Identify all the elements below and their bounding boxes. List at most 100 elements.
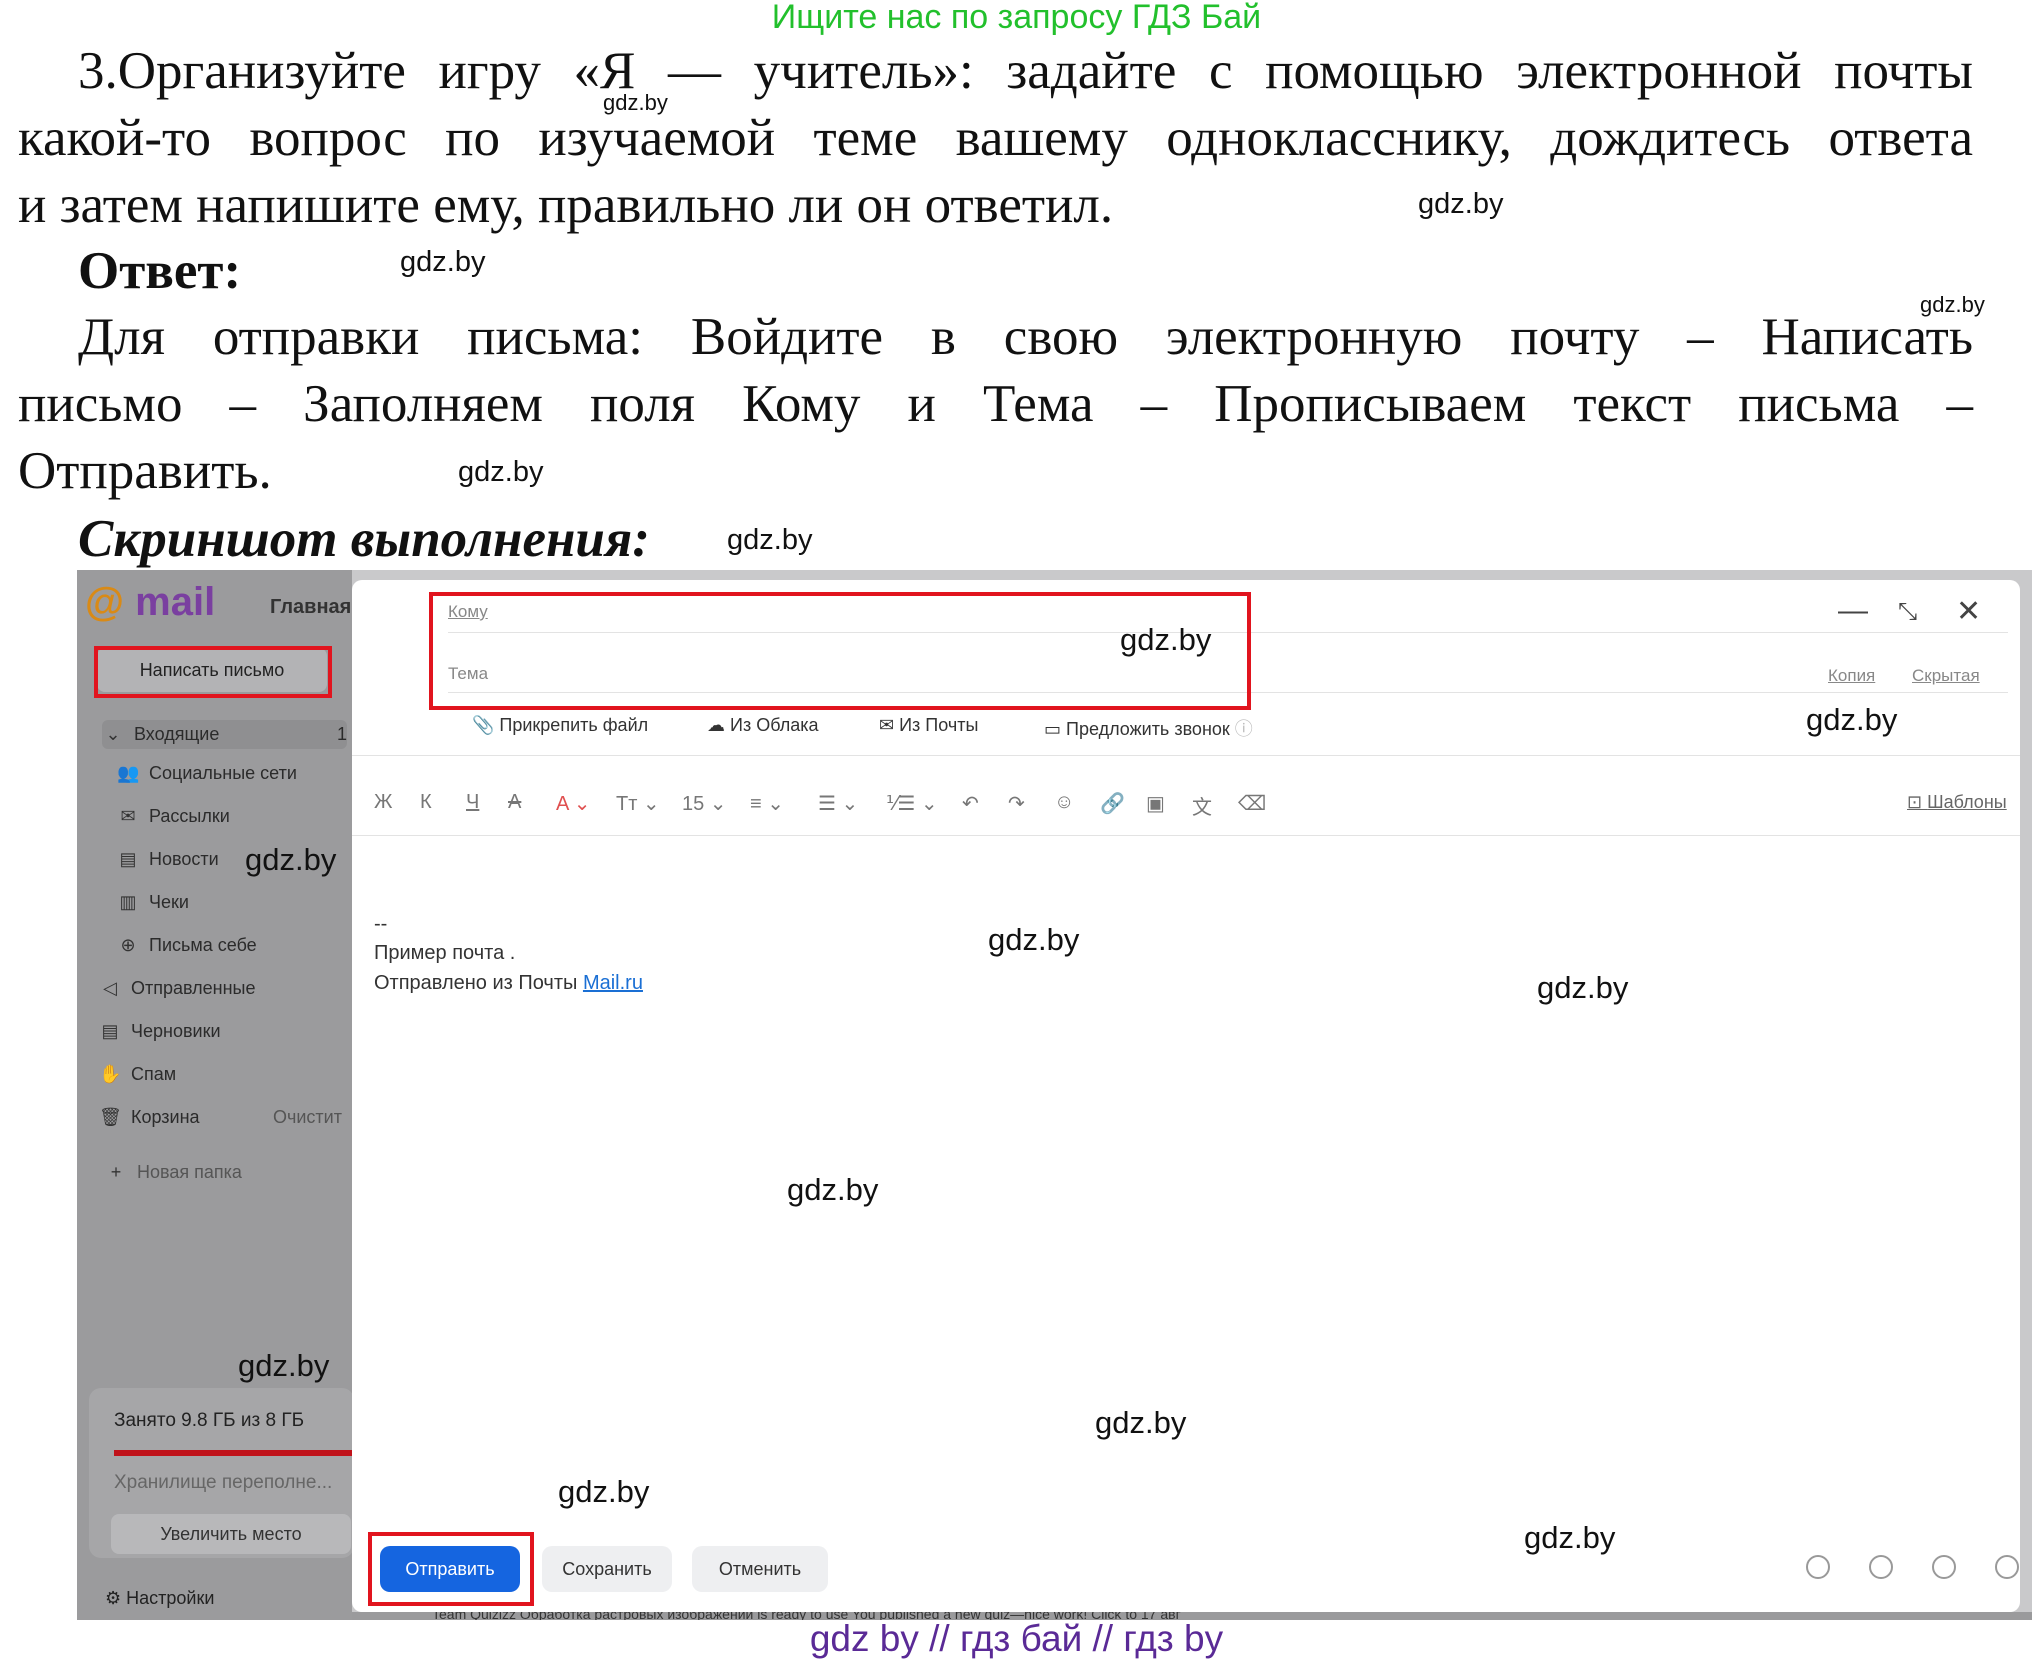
from-cloud-button[interactable]: ☁ Из Облака <box>707 715 819 736</box>
folder-social[interactable]: 👥 Социальные сети <box>117 763 297 784</box>
translate-icon[interactable]: 文 <box>1192 791 1212 820</box>
save-button[interactable]: Сохранить <box>542 1546 672 1592</box>
settings-link[interactable]: ⚙ Настройки <box>105 1588 214 1609</box>
new-folder-button[interactable]: + Новая папка <box>105 1162 242 1183</box>
watermark: gdz.by <box>603 90 668 115</box>
paperclip-icon: 📎 <box>472 715 500 735</box>
clear-format-icon[interactable]: ⌫ <box>1238 791 1266 816</box>
toolbar-divider <box>352 755 2020 756</box>
trash-icon: 🗑 <box>99 1107 122 1127</box>
watermark: gdz.by <box>787 1172 879 1207</box>
sent-from-line: Отправлено из Почты Mail.ru <box>374 972 643 994</box>
watermark: gdz.by <box>1524 1520 1616 1555</box>
text-color-button[interactable]: A ⌄ <box>556 791 591 816</box>
newspaper-icon: ▤ <box>119 849 137 869</box>
folder-newsletters[interactable]: ✉ Рассылки <box>117 806 229 827</box>
mail-logo: @ mail <box>85 580 216 624</box>
draft-icon: ▤ <box>101 1021 119 1041</box>
storage-used: Занято 9.8 ГБ из 8 ГБ <box>114 1410 305 1431</box>
watermark: gdz.by <box>458 456 544 488</box>
close-icon[interactable]: ✕ <box>1956 594 1981 629</box>
storage-bar <box>114 1450 354 1456</box>
schedule-clock-icon[interactable] <box>1995 1555 2019 1579</box>
plus-icon: + <box>110 1162 122 1182</box>
folder-spam[interactable]: ✋ Спам <box>99 1064 176 1085</box>
watermark: gdz.by <box>1095 1405 1187 1440</box>
underline-button[interactable]: Ч <box>466 791 479 814</box>
send-icon: ◁ <box>103 978 117 998</box>
folder-drafts[interactable]: ▤ Черновики <box>99 1021 220 1042</box>
download-icon: ⊕ <box>120 935 136 955</box>
highlight-send-button <box>368 1532 534 1606</box>
watermark: gdz.by <box>1120 622 1212 657</box>
envelope-icon: ✉ <box>120 806 136 826</box>
watermark: gdz.by <box>1806 702 1898 737</box>
attach-file-button[interactable]: 📎 Прикрепить файл <box>472 715 648 736</box>
from-mail-button[interactable]: ✉ Из Почты <box>879 715 978 736</box>
folder-self[interactable]: ⊕ Письма себе <box>117 935 256 956</box>
watermark: gdz.by <box>245 842 337 877</box>
increase-storage-button[interactable]: Увеличить место <box>111 1514 351 1554</box>
storage-panel: Занято 9.8 ГБ из 8 ГБ Хранилище переполн… <box>89 1388 354 1558</box>
search-banner: Ищите нас по запросу ГДЗ Бай <box>771 0 1262 36</box>
people-icon: 👥 <box>117 763 140 783</box>
mail-sidebar: @ mail Главная Написать письмо ⌄ Входящие… <box>77 570 354 1620</box>
chevron-down-icon: ⌄ <box>105 724 121 744</box>
receipt-icon: ▥ <box>119 892 137 912</box>
answer-line-3: Отправить. <box>18 442 272 500</box>
suggest-call-button[interactable]: ▭ Предложить звонок ⓘ <box>1044 715 1253 741</box>
format-divider <box>352 835 2020 836</box>
task-line-3: и затем напишите ему, правильно ли он от… <box>18 176 1114 234</box>
templates-button[interactable]: ⊡ Шаблоны <box>1907 792 2007 813</box>
align-button[interactable]: ≡ ⌄ <box>750 791 784 816</box>
collapse-icon[interactable]: ⤡ <box>1898 598 1917 626</box>
template-icon: ⊡ <box>1907 792 1928 812</box>
watermark: gdz.by <box>400 246 486 278</box>
link-icon[interactable]: 🔗 <box>1100 791 1125 816</box>
video-icon: ▭ <box>1044 719 1067 739</box>
watermark: gdz.by <box>558 1474 650 1509</box>
bcc-link[interactable]: Скрытая <box>1912 666 1980 686</box>
image-icon[interactable]: ▣ <box>1146 791 1165 816</box>
emoji-icon[interactable]: ☺ <box>1054 791 1074 814</box>
footer-watermark: gdz by // гдз бай // гдз by <box>809 1618 1224 1659</box>
watermark: gdz.by <box>727 524 813 556</box>
gear-icon: ⚙ <box>105 1588 127 1608</box>
answer-heading: Ответ: <box>78 242 242 300</box>
folder-trash[interactable]: 🗑 Корзина <box>99 1107 200 1128</box>
numbered-list-button[interactable]: ⅟☰ ⌄ <box>886 791 938 816</box>
list-button[interactable]: ☰ ⌄ <box>818 791 858 816</box>
font-size-style-button[interactable]: Тт ⌄ <box>616 791 660 816</box>
mailru-link[interactable]: Mail.ru <box>583 972 643 994</box>
redo-icon[interactable]: ↷ <box>1008 791 1025 816</box>
folder-news[interactable]: ▤ Новости <box>117 849 218 870</box>
highlight-write-button <box>94 646 332 698</box>
watermark: gdz.by <box>1537 970 1629 1005</box>
watermark: gdz.by <box>1920 292 1985 317</box>
answer-line-1: Для отправки письма: Войдите в свою элек… <box>78 308 1973 366</box>
bold-button[interactable]: Ж <box>374 791 392 814</box>
signature-separator: -- <box>374 913 388 935</box>
task-line-2: какой-то вопрос по изучаемой теме вашему… <box>18 109 1973 167</box>
envelope-icon: ✉ <box>879 715 900 735</box>
watermark: gdz.by <box>238 1348 330 1383</box>
answer-text: Для отправки письма: Войдите в свою элек… <box>18 304 1973 505</box>
folder-sent[interactable]: ◁ Отправленные <box>99 978 255 999</box>
cancel-button[interactable]: Отменить <box>692 1546 828 1592</box>
home-link[interactable]: Главная <box>270 596 351 619</box>
font-size-select[interactable]: 15 ⌄ <box>682 791 727 816</box>
strikethrough-button[interactable]: A <box>508 791 521 814</box>
cloud-icon: ☁ <box>707 715 731 735</box>
cc-link[interactable]: Копия <box>1828 666 1875 686</box>
task-line-1: 3.Организуйте игру «Я — учитель»: задайт… <box>78 42 1973 100</box>
undo-icon[interactable]: ↶ <box>962 791 979 816</box>
folder-inbox[interactable]: ⌄ Входящие 1 <box>102 720 347 749</box>
priority-icon[interactable] <box>1806 1555 1830 1579</box>
storage-status: Хранилище переполне... <box>114 1472 333 1493</box>
reminder-bell-icon[interactable] <box>1932 1555 1956 1579</box>
minimize-icon[interactable]: — <box>1838 594 1868 628</box>
empty-trash-link[interactable]: Очистит <box>273 1107 342 1128</box>
folder-receipts[interactable]: ▥ Чеки <box>117 892 188 913</box>
italic-button[interactable]: К <box>420 791 432 814</box>
receipt-confirm-icon[interactable] <box>1869 1555 1893 1579</box>
